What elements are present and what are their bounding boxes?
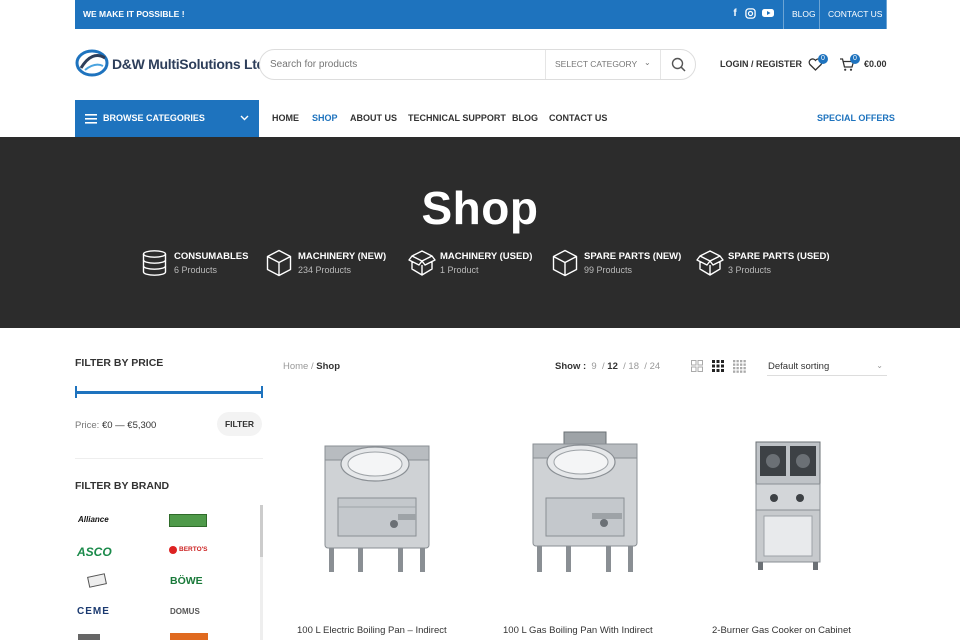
category-count: 99 Products (584, 265, 633, 275)
open-box-icon (696, 250, 724, 276)
brand-list-scrollbar-thumb[interactable] (260, 505, 263, 557)
top-link-blog[interactable]: BLOG (792, 9, 816, 19)
divider (819, 0, 820, 29)
youtube-icon[interactable] (762, 8, 774, 20)
price-slider-min-handle[interactable] (75, 386, 77, 398)
price-slider-track[interactable] (75, 391, 263, 394)
top-bar-inner: WE MAKE IT POSSIBLE ! f BLOG CONTACT US (75, 0, 887, 29)
logo-icon[interactable] (75, 48, 109, 78)
brand-logo[interactable] (170, 633, 208, 640)
top-bar: WE MAKE IT POSSIBLE ! f BLOG CONTACT US (0, 0, 960, 29)
search-bar: SELECT CATEGORY ⌄ (259, 49, 696, 80)
brand-logo[interactable] (78, 634, 100, 640)
sort-select[interactable]: Default sorting ⌄ (767, 358, 887, 376)
shop-hero: Shop CONSUMABLES 6 Products MACHINERY (N… (0, 137, 960, 328)
per-page-option[interactable]: 9 (591, 361, 596, 372)
price-range-label: Price: €0 — €5,300 (75, 420, 156, 431)
category-name: CONSUMABLES (174, 251, 249, 262)
main-nav: BROWSE CATEGORIES HOME SHOP ABOUT US TEC… (0, 100, 960, 137)
category-name: SPARE PARTS (NEW) (584, 251, 682, 262)
category-count: 234 Products (298, 265, 352, 275)
brand-alliance-logo[interactable]: Alliance (78, 515, 109, 524)
category-name: SPARE PARTS (USED) (728, 251, 830, 262)
special-offers-link[interactable]: SPECIAL OFFERS (817, 113, 895, 123)
facebook-icon[interactable]: f (729, 8, 741, 20)
top-link-contact[interactable]: CONTACT US (828, 9, 882, 19)
category-count: 3 Products (728, 265, 772, 275)
nav-item-home[interactable]: HOME (272, 113, 299, 123)
brand-logo[interactable] (87, 573, 107, 588)
breadcrumb-home[interactable]: Home (283, 361, 308, 372)
cart-count-badge: 0 (850, 54, 860, 64)
brand-logo[interactable] (169, 514, 207, 527)
product-title[interactable]: 100 L Gas Boiling Pan With Indirect (503, 625, 653, 636)
grid-2-icon[interactable] (691, 360, 703, 372)
product-title[interactable]: 2-Burner Gas Cooker on Cabinet (712, 625, 851, 636)
nav-item-about-us[interactable]: ABOUT US (350, 113, 397, 123)
brand-asco-logo[interactable]: ASCO (77, 545, 112, 559)
box-icon (266, 249, 292, 277)
brand-bowe-logo[interactable]: BÖWE (170, 575, 203, 587)
product-title[interactable]: 100 L Electric Boiling Pan – Indirect (297, 625, 447, 636)
browse-categories-label: BROWSE CATEGORIES (103, 113, 205, 123)
chevron-down-icon (240, 115, 249, 121)
search-input[interactable] (270, 59, 540, 70)
nav-item-contact-us[interactable]: CONTACT US (549, 113, 607, 123)
price-slider-max-handle[interactable] (261, 386, 263, 398)
browse-categories-button[interactable]: BROWSE CATEGORIES (75, 100, 259, 137)
brand-berto-mark (169, 546, 177, 554)
cart-total[interactable]: €0.00 (864, 59, 887, 69)
breadcrumb: Home / Shop (283, 361, 341, 372)
filter-by-brand-title: FILTER BY BRAND (75, 480, 170, 492)
per-page-option-active[interactable]: 12 (607, 361, 618, 372)
product-image-gas-cooker-on-cabinet[interactable] (752, 440, 824, 572)
price-prefix: Price: (75, 420, 100, 431)
nav-item-technical-support[interactable]: TECHNICAL SUPPORT (408, 113, 506, 123)
per-page-option[interactable]: 24 (650, 361, 661, 372)
filter-button[interactable]: FILTER (217, 412, 262, 436)
divider (75, 458, 263, 459)
divider (545, 50, 546, 79)
login-register-link[interactable]: LOGIN / REGISTER (720, 59, 802, 69)
product-image-electric-boiling-pan[interactable] (318, 432, 436, 577)
chevron-down-icon: ⌄ (644, 58, 651, 67)
open-box-icon (408, 250, 436, 276)
site-header: D&W MultiSolutions Ltd SELECT CATEGORY ⌄… (0, 29, 960, 101)
search-icon[interactable] (671, 57, 686, 72)
chevron-down-icon: ⌄ (876, 361, 883, 370)
divider (660, 50, 661, 79)
instagram-icon[interactable] (744, 8, 756, 20)
top-bar-message: WE MAKE IT POSSIBLE ! (83, 9, 185, 19)
page-title: Shop (421, 182, 539, 234)
grid-3-icon[interactable] (712, 360, 724, 372)
brand-ceme-logo[interactable]: CEME (77, 606, 110, 617)
product-image-gas-boiling-pan[interactable] (526, 428, 644, 578)
grid-4-icon[interactable] (733, 360, 746, 373)
nav-item-shop[interactable]: SHOP (312, 113, 338, 123)
brand-domus-logo[interactable]: DOMUS (170, 607, 200, 616)
box-icon (552, 249, 578, 277)
database-icon (142, 250, 167, 276)
nav-item-blog[interactable]: BLOG (512, 113, 538, 123)
divider (886, 0, 887, 29)
category-count: 6 Products (174, 265, 218, 275)
per-page-option[interactable]: 18 (628, 361, 639, 372)
wishlist-count-badge: 0 (818, 54, 828, 64)
sort-select-value: Default sorting (768, 361, 830, 372)
brand-bertos-logo[interactable]: BERTO'S (179, 546, 208, 553)
per-page-selector: Show : 9 / 12 / 18 / 24 (555, 361, 661, 372)
divider (783, 0, 784, 29)
category-name: MACHINERY (NEW) (298, 251, 387, 262)
category-name: MACHINERY (USED) (440, 251, 533, 262)
per-page-label: Show : (555, 361, 587, 372)
menu-icon (85, 114, 97, 124)
category-count: 1 Product (440, 265, 479, 275)
price-range-value: €0 — €5,300 (101, 420, 157, 431)
logo-text[interactable]: D&W MultiSolutions Ltd (112, 56, 265, 72)
filter-by-price-title: FILTER BY PRICE (75, 357, 164, 369)
category-select[interactable]: SELECT CATEGORY (555, 59, 637, 69)
breadcrumb-current: Shop (316, 361, 341, 372)
